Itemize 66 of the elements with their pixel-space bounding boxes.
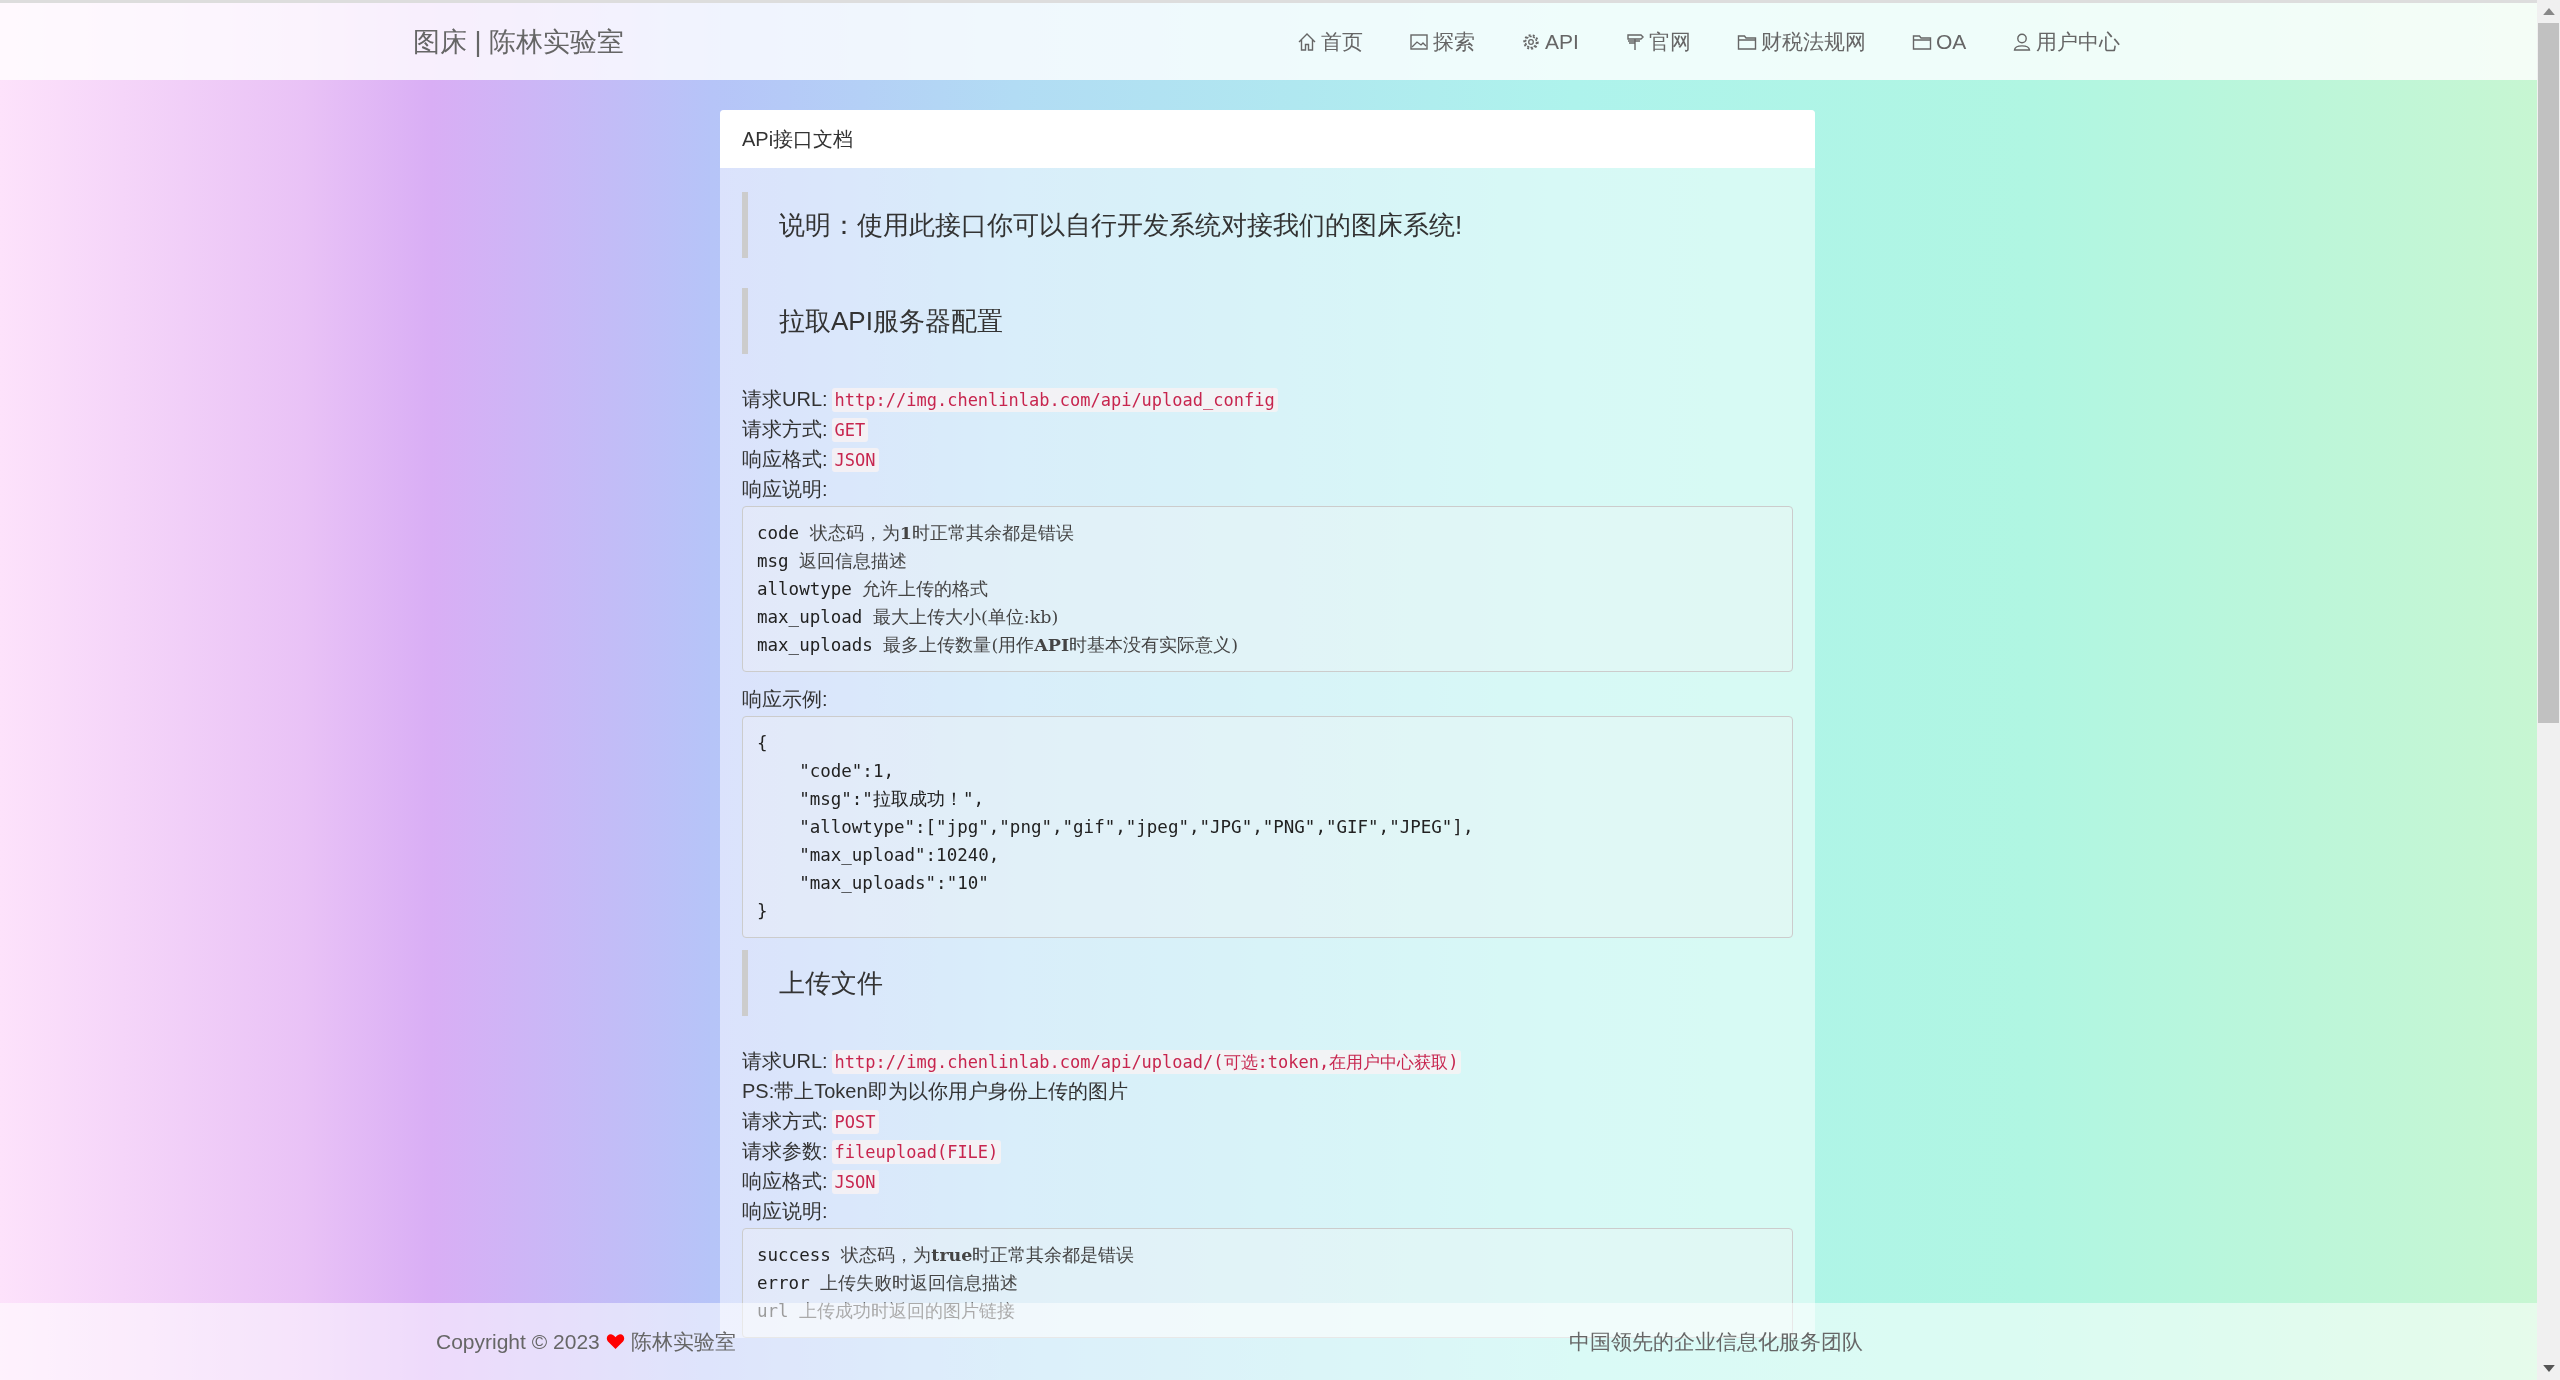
- field-label: 请求参数:: [742, 1140, 828, 1162]
- field-value: POST: [831, 1110, 879, 1134]
- copyright-text: Copyright © 2023: [436, 1329, 600, 1354]
- param-name: success: [757, 1245, 831, 1265]
- section-heading: 说明：使用此接口你可以自行开发系统对接我们的图床系统!: [742, 192, 1793, 258]
- site-brand[interactable]: 图床 | 陈林实验室: [413, 23, 625, 60]
- scroll-down-icon[interactable]: [2542, 1365, 2555, 1372]
- nav-link[interactable]: API: [1521, 27, 1579, 56]
- card-title: APi接口文档: [742, 126, 854, 152]
- field-value: JSON: [831, 448, 879, 472]
- user-icon: [2012, 31, 2033, 52]
- field-value: fileupload(FILE): [831, 1140, 1002, 1164]
- field-label: 响应格式:: [742, 1170, 828, 1192]
- scrollbar[interactable]: [2537, 0, 2560, 1380]
- body-text: 响应说明:: [742, 478, 828, 500]
- code-line: "max_uploads":"10": [798, 873, 989, 893]
- param-description: 最多上传数量(用作API时基本没有实际意义): [883, 635, 1239, 655]
- field-label: 请求URL:: [742, 1050, 828, 1072]
- nav-link[interactable]: OA: [1911, 27, 1967, 56]
- home-icon: [1297, 31, 1318, 52]
- nav-link[interactable]: 首页: [1297, 27, 1364, 56]
- code-line: "max_upload":10240,: [798, 845, 1000, 865]
- field-label: 请求URL:: [742, 388, 828, 410]
- field-label: 请求方式:: [742, 1110, 828, 1132]
- param-name: max_upload: [757, 607, 863, 627]
- field-label: 响应格式:: [742, 448, 828, 470]
- param-name: code: [757, 523, 800, 543]
- field-value: http://img.chenlinlab.com/api/upload/(可选:token,在用户中心获取): [831, 1050, 1462, 1074]
- code-line: {: [757, 733, 768, 753]
- nav-link[interactable]: 探索: [1409, 27, 1476, 56]
- param-description: 状态码，为true时正常其余都是错误: [841, 1245, 1135, 1265]
- footer-owner: 陈林实验室: [630, 1328, 736, 1355]
- scrollbar-thumb[interactable]: [2538, 23, 2559, 723]
- code-line: "msg":"拉取成功！",: [798, 789, 984, 809]
- field-value: GET: [831, 418, 869, 442]
- param-name: url: [757, 1301, 789, 1321]
- param-description: 上传失败时返回信息描述: [820, 1273, 1019, 1293]
- param-description: 返回信息描述: [799, 551, 908, 571]
- nav-link[interactable]: 官网: [1624, 27, 1691, 56]
- field-value: http://img.chenlinlab.com/api/upload_config: [831, 388, 1278, 412]
- param-name: max_uploads: [757, 635, 873, 655]
- body-text: PS:带上Token即为以你用户身份上传的图片: [742, 1080, 1128, 1102]
- heart-icon: [605, 1333, 625, 1350]
- field-label: 请求方式:: [742, 418, 828, 440]
- section-heading: 上传文件: [742, 950, 1793, 1016]
- scroll-up-icon[interactable]: [2542, 8, 2555, 15]
- param-description: 最大上传大小(单位:kb): [872, 607, 1059, 627]
- footer-slogan: 中国领先的企业信息化服务团队: [1569, 1328, 1863, 1355]
- param-description: 状态码，为1时正常其余都是错误: [809, 523, 1074, 543]
- param-name: allowtype: [757, 579, 852, 599]
- picture-icon: [1409, 31, 1430, 52]
- code-line: "allowtype":["jpg","png","gif","jpeg","JPG","PNG","GIF","JPEG"],: [798, 817, 1474, 837]
- param-description: 上传成功时返回的图片链接: [799, 1301, 1016, 1321]
- nav-link[interactable]: 财税法规网: [1736, 27, 1866, 56]
- section-heading: 拉取API服务器配置: [742, 288, 1793, 354]
- param-name: msg: [757, 551, 789, 571]
- code-line: }: [757, 901, 768, 921]
- code-line: "code":1,: [798, 761, 894, 781]
- body-text: 响应示例:: [742, 688, 828, 710]
- signpost-icon: [1624, 31, 1645, 52]
- param-description: 允许上传的格式: [862, 579, 989, 599]
- body-text: 响应说明:: [742, 1200, 828, 1222]
- field-value: JSON: [831, 1170, 879, 1194]
- nav-link[interactable]: 用户中心: [2012, 27, 2121, 56]
- param-name: error: [757, 1273, 810, 1293]
- gear-icon: [1521, 31, 1542, 52]
